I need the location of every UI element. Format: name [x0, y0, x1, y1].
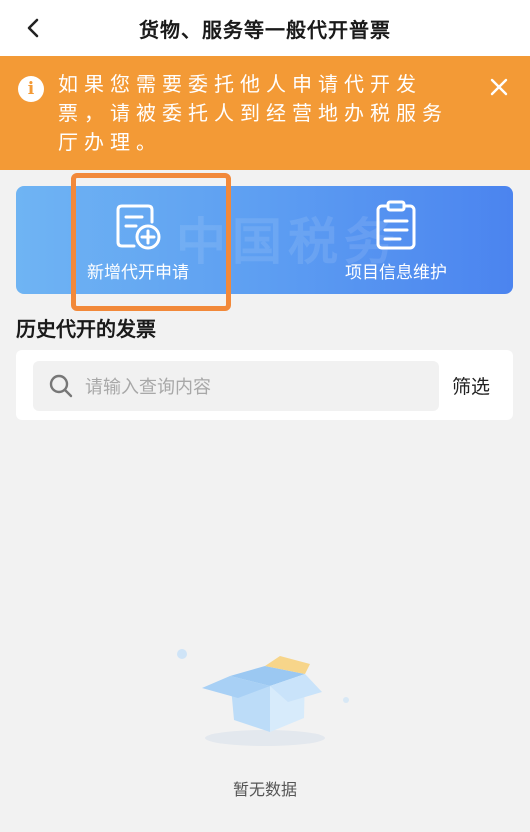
- search-icon: [49, 374, 73, 398]
- page-title: 货物、服务等一般代开普票: [139, 18, 391, 42]
- empty-box-illustration: [177, 649, 349, 746]
- new-application-button[interactable]: 新增代开申请: [68, 186, 208, 294]
- history-section-title: 历史代开的发票: [16, 317, 156, 341]
- close-icon: [490, 78, 508, 96]
- filter-button[interactable]: 筛选: [452, 372, 490, 399]
- project-info-button[interactable]: 项目信息维护: [316, 186, 476, 294]
- project-info-label: 项目信息维护: [345, 263, 447, 283]
- notice-close-button[interactable]: [484, 72, 514, 102]
- empty-state-text: 暂无数据: [232, 780, 297, 799]
- search-card: 筛选: [16, 350, 513, 420]
- top-bar: 货物、服务等一般代开普票: [0, 0, 530, 56]
- new-application-label: 新增代开申请: [87, 263, 189, 283]
- add-document-icon: [116, 204, 161, 250]
- search-box[interactable]: [33, 361, 439, 413]
- search-input[interactable]: [83, 361, 427, 413]
- notice-text: 如果您需要委托他人申请代开发票，请被委托人到经营地办税服务厅办理。: [58, 72, 448, 154]
- clipboard-icon: [376, 200, 416, 250]
- info-icon: i: [18, 76, 44, 102]
- action-panel: 中国税务 新增代开申请 项目信息维护: [16, 186, 513, 294]
